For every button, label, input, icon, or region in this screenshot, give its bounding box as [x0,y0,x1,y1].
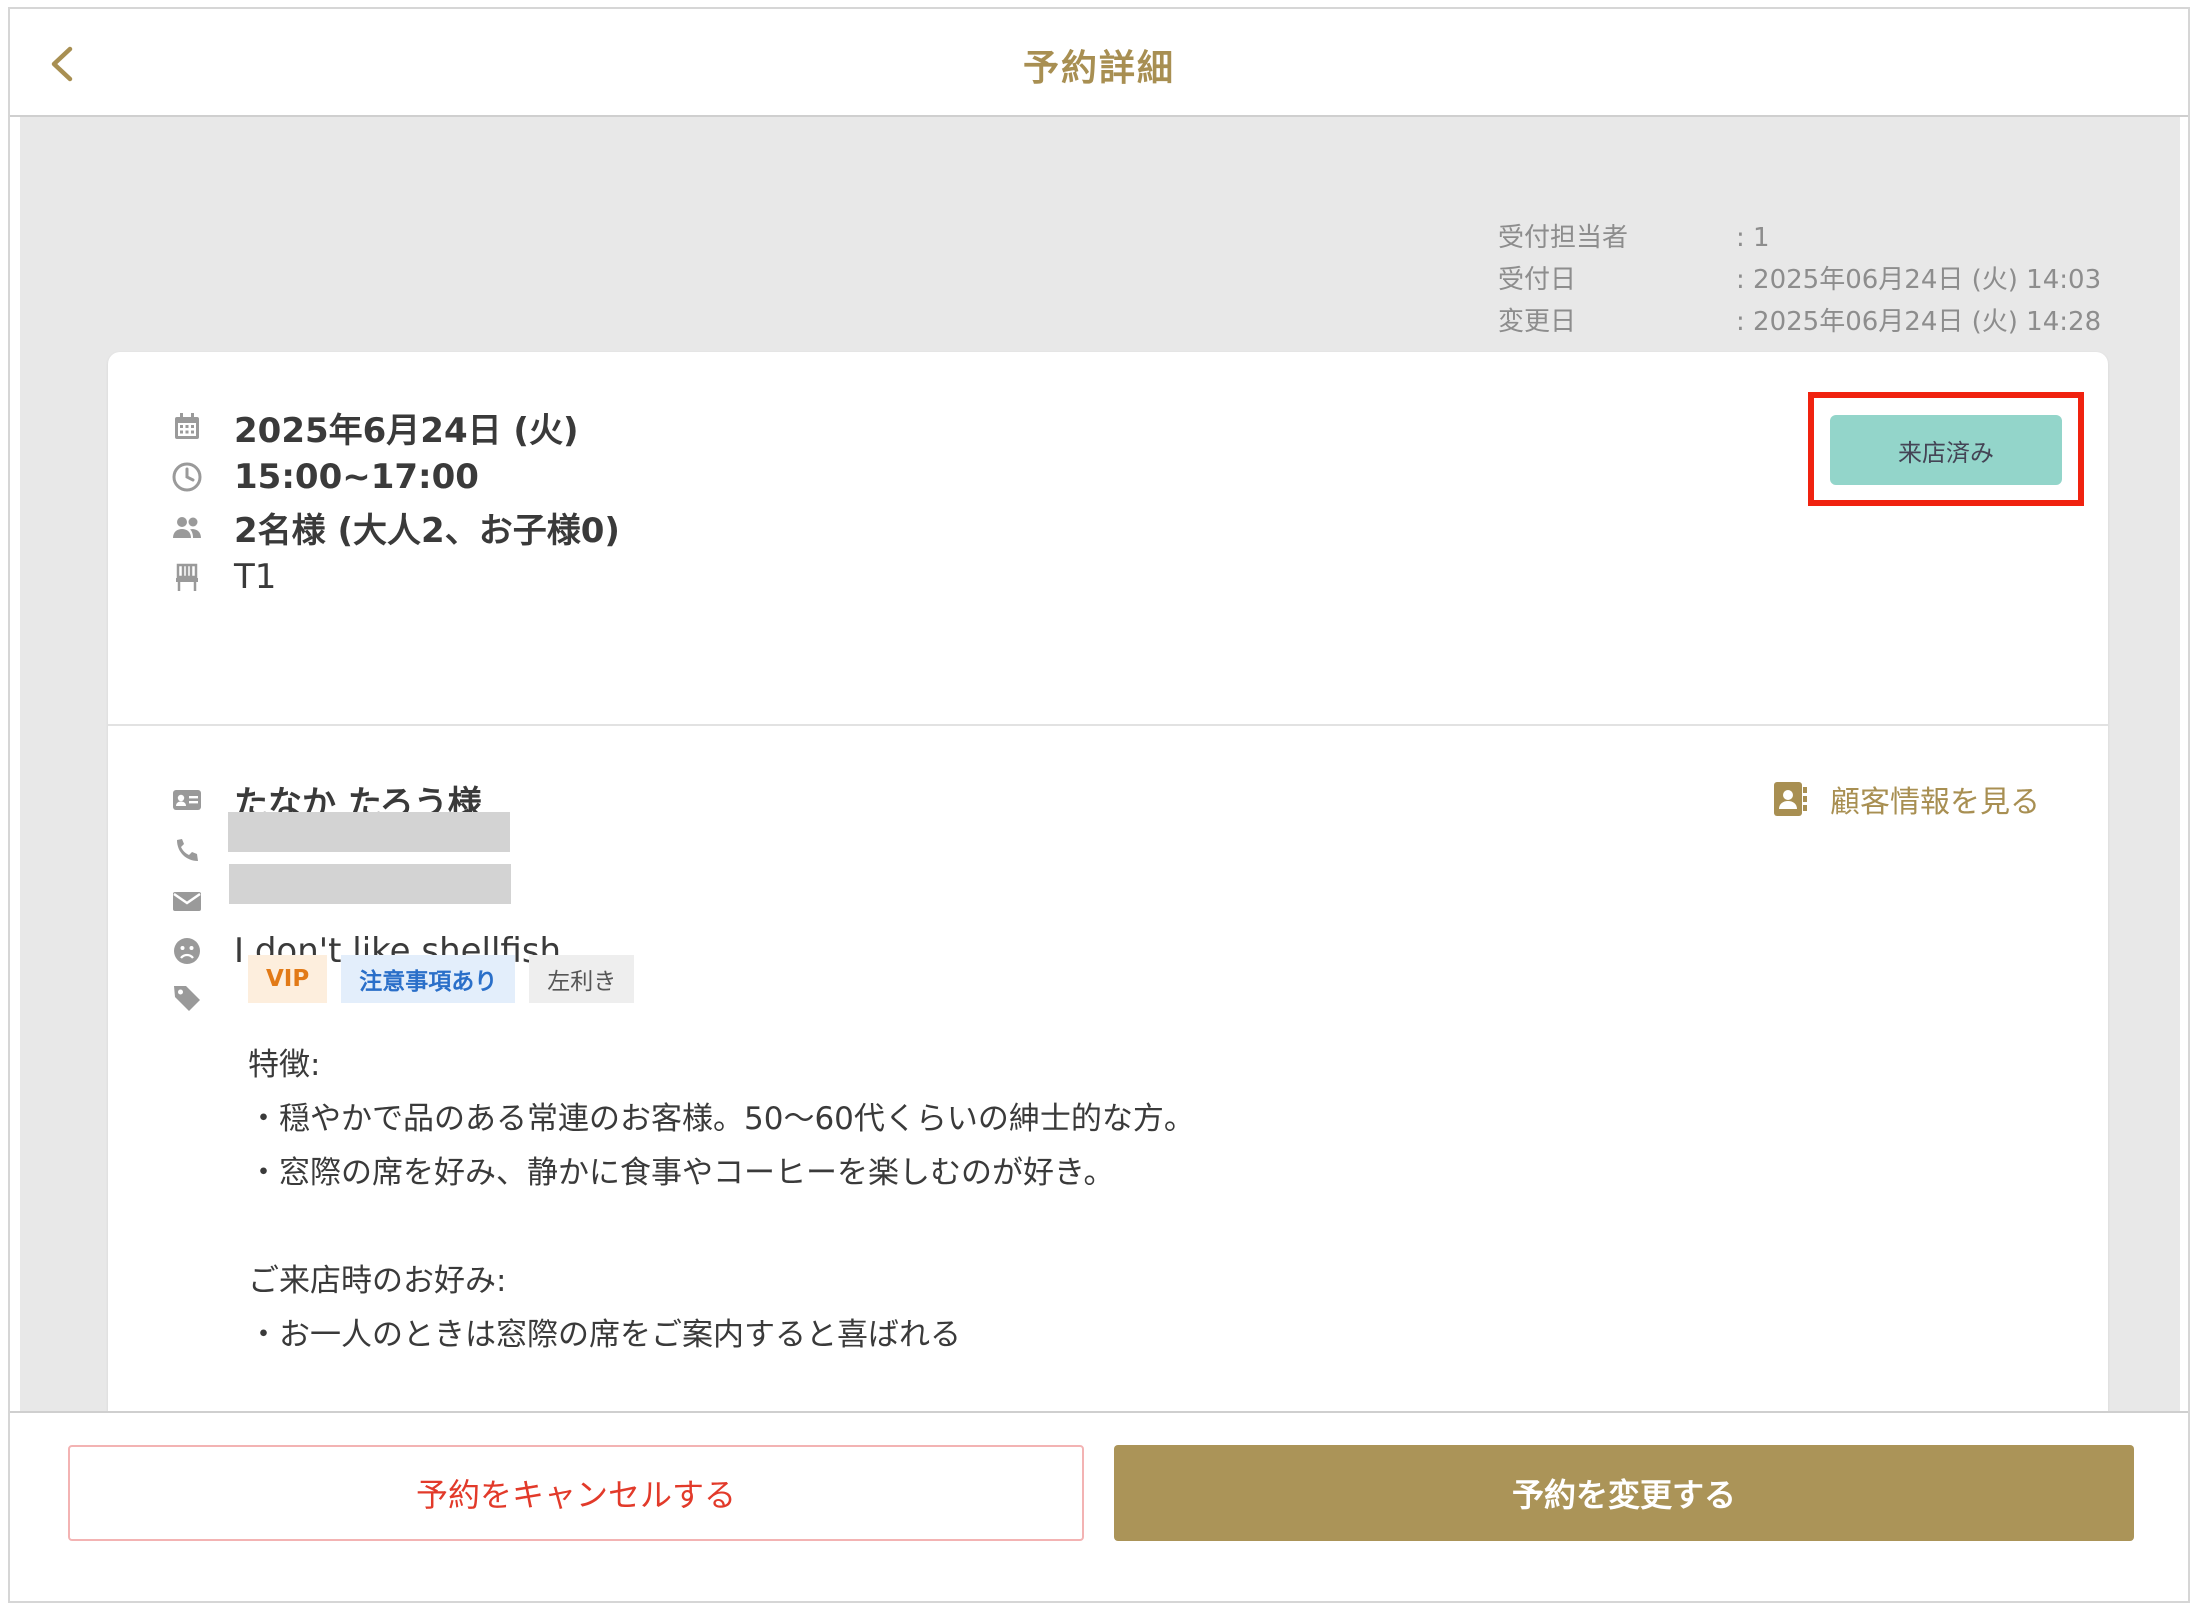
view-customer-label: 顧客情報を見る [1830,785,2040,820]
tag-icon [170,981,204,1015]
page-title: 予約詳細 [1022,48,1175,89]
contact-book-icon [1774,782,1807,816]
mail-icon [170,884,204,918]
sad-face-icon [170,934,204,968]
clock-icon [170,460,204,494]
people-icon [170,510,204,544]
meta-row: 変更日 : 2025年06月24日 (火) 14:28 [1498,301,2101,343]
table-number: T1 [234,557,277,597]
email-redacted [229,864,511,904]
cancel-reservation-button[interactable]: 予約をキャンセルする [68,1445,1084,1541]
phone-redacted [228,812,510,852]
tag-left-handed: 左利き [529,955,635,1003]
tag-vip: VIP [248,955,328,1003]
reservation-card: 2025年6月24日 (火) 15:00~17:00 2名様 (大人2、お子様0… [108,352,2108,1411]
tag-list: VIP 注意事項あり 左利き [248,955,648,1003]
party-size: 2名様 (大人2、お子様0) [234,510,620,551]
reservation-date: 2025年6月24日 (火) [234,410,579,451]
reservation-info-section: 2025年6月24日 (火) 15:00~17:00 2名様 (大人2、お子様0… [108,352,2108,726]
chair-icon [170,560,204,594]
change-reservation-button[interactable]: 予約を変更する [1114,1445,2134,1541]
customer-notes: 特徴: ・穏やかで品のある常連のお客様。50～60代くらいの紳士的な方。 ・窓際… [248,1047,1195,1353]
header: 予約詳細 [10,9,2188,117]
meta-row: 受付担当者 : 1 [1498,217,2101,259]
meta-value: : 2025年06月24日 (火) 14:03 [1736,265,2102,295]
party-row: 2名様 (大人2、お子様0) [170,502,620,552]
meta-key: 受付担当者 [1498,223,1629,253]
meta-key: 受付日 [1498,265,1577,295]
date-row: 2025年6月24日 (火) [170,402,579,452]
reservation-time: 15:00~17:00 [234,457,479,497]
app-window: 予約詳細 受付担当者 : 1 受付日 : 2025年06月24日 (火) 14:… [8,7,2190,1603]
meta-value: : 1 [1736,223,1770,253]
meta-key: 変更日 [1498,307,1577,337]
phone-row [170,825,234,875]
meta-value: : 2025年06月24日 (火) 14:28 [1736,307,2102,337]
reservation-meta: 受付担当者 : 1 受付日 : 2025年06月24日 (火) 14:03 変更… [1498,217,2101,343]
phone-icon [170,833,204,867]
footer-actions: 予約をキャンセルする 予約を変更する [10,1411,2188,1601]
time-row: 15:00~17:00 [170,452,479,502]
status-button[interactable]: 来店済み [1830,415,2062,485]
id-card-icon [170,783,204,817]
meta-row: 受付日 : 2025年06月24日 (火) 14:03 [1498,259,2101,301]
table-row: T1 [170,552,276,602]
tag-caution: 注意事項あり [341,955,516,1003]
tags-row [170,973,234,1023]
main-content[interactable]: 受付担当者 : 1 受付日 : 2025年06月24日 (火) 14:03 変更… [20,117,2180,1411]
view-customer-link[interactable]: 顧客情報を見る [1770,777,2040,821]
calendar-icon [170,410,204,444]
email-row [170,876,234,926]
